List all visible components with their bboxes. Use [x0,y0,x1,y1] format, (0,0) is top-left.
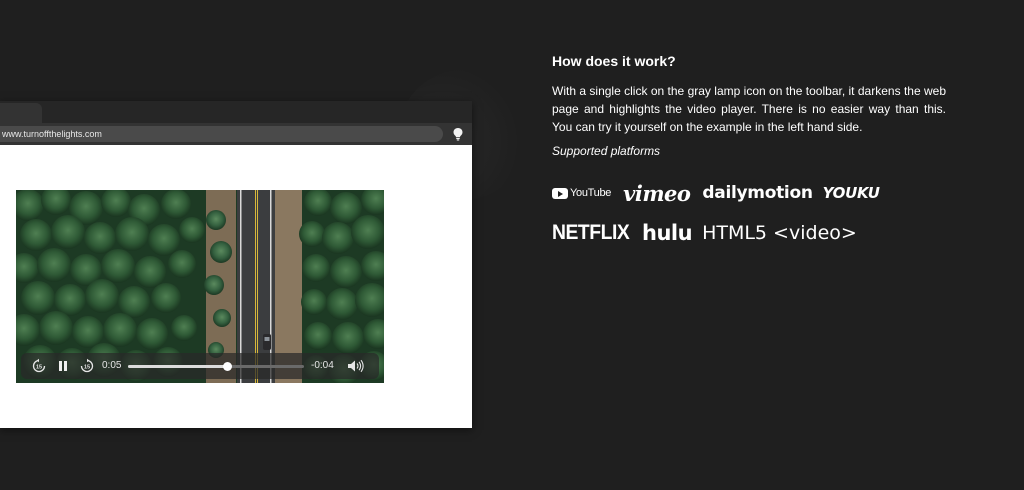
info-description: With a single click on the gray lamp ico… [552,84,946,134]
browser-viewport: 15 15 0:05 -0:04 [0,145,472,428]
progress-knob[interactable] [222,362,232,371]
dailymotion-logo: dailymotion [702,183,813,203]
skip-back-label: 15 [36,365,42,371]
video-controls: 15 15 0:05 -0:04 [21,353,379,379]
youku-logo: YOUKU [822,184,880,202]
tab-strip [0,101,472,123]
progress-bar[interactable] [128,362,304,371]
html5-video-logo: HTML5 <video> [702,222,857,244]
netflix-logo: NETFLIX [552,221,630,244]
browser-toolbar: www.turnoffthelights.com [0,123,472,145]
info-heading: How does it work? [552,53,676,69]
progress-fill [128,365,227,368]
page-stage: www.turnoffthelights.com 15 15 0:05 -0:0… [0,0,1024,490]
remaining-time: -0:04 [311,360,334,371]
browser-window: www.turnoffthelights.com 15 15 0:05 -0:0… [0,101,472,428]
skip-forward-label: 15 [84,365,90,371]
browser-tab[interactable] [0,103,42,123]
skip-back-15-icon[interactable]: 15 [29,353,49,379]
hulu-logo: hulu [642,221,693,245]
platforms-row-2: NETFLIX hulu HTML5 <video> [552,220,857,246]
address-bar[interactable]: www.turnoffthelights.com [0,126,443,142]
current-time: 0:05 [102,360,122,371]
info-section: How does it work? With a single click on… [552,52,952,158]
platforms-row-1: YouTube vimeo dailymotion YOUKU [552,180,880,206]
pause-icon[interactable] [53,353,73,379]
video-player[interactable]: 15 15 0:05 -0:04 [16,190,384,383]
lamp-icon[interactable] [450,126,466,142]
supported-platforms-label: Supported platforms [552,144,661,158]
volume-icon[interactable] [345,353,367,379]
youtube-logo: YouTube [552,187,611,199]
youtube-label: YouTube [570,187,612,199]
youtube-play-icon [552,187,568,199]
vimeo-logo: vimeo [623,180,691,206]
skip-forward-15-icon[interactable]: 15 [77,353,97,379]
